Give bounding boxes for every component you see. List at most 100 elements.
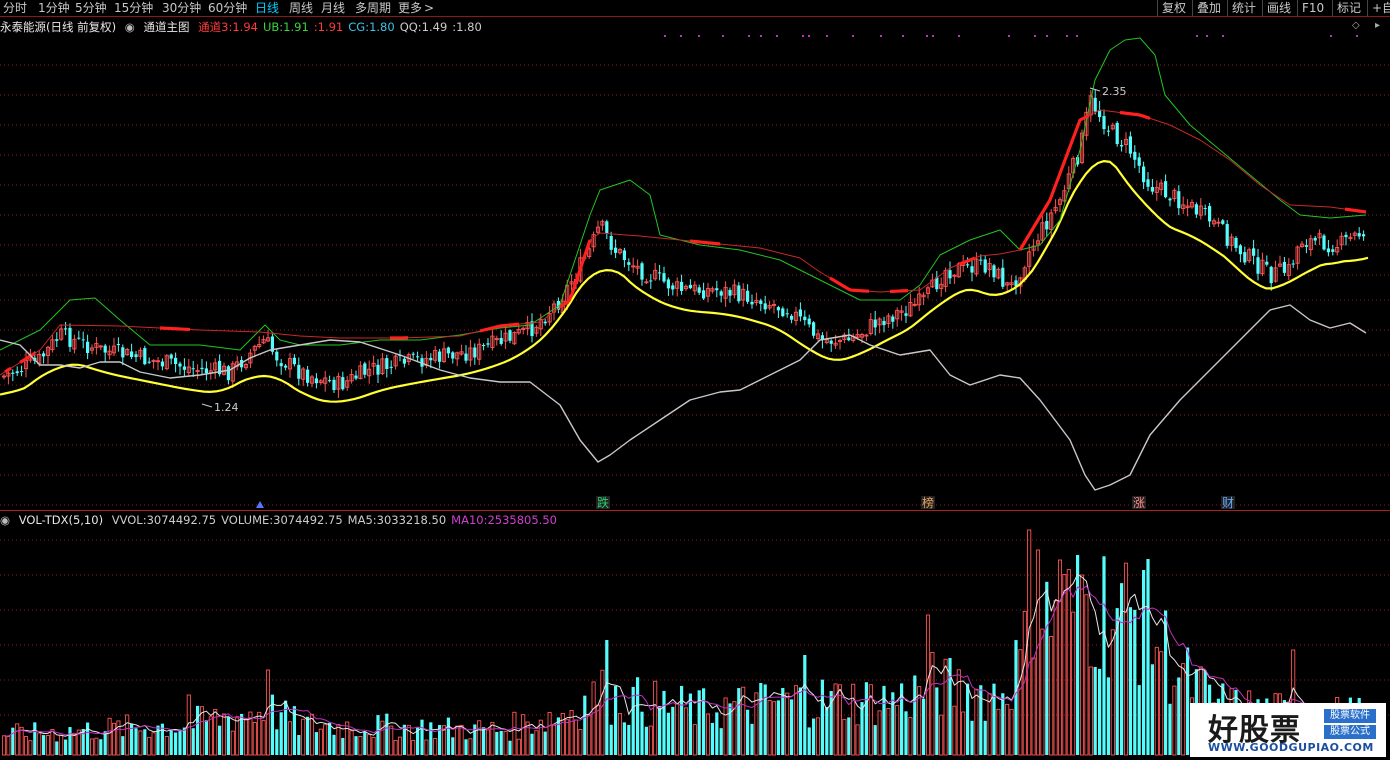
event-marker: 跌 bbox=[597, 495, 609, 510]
volume-bar bbox=[328, 722, 332, 755]
volume-bar bbox=[631, 686, 635, 755]
candle-body bbox=[702, 290, 706, 299]
volume-bar bbox=[1110, 629, 1115, 756]
collapse-icon[interactable]: ◉ bbox=[125, 20, 135, 34]
volume-bar bbox=[759, 683, 763, 755]
candle-body bbox=[1177, 191, 1181, 209]
volume-bar bbox=[653, 680, 658, 756]
signal-dot bbox=[698, 35, 700, 37]
candle-body bbox=[759, 300, 763, 304]
volume-bar bbox=[1066, 569, 1071, 756]
band-highlight bbox=[159, 326, 191, 332]
candle-body bbox=[1150, 187, 1154, 192]
diamond-icon[interactable]: ◇ bbox=[1352, 20, 1360, 31]
volume-bar bbox=[499, 730, 503, 755]
band-highlight bbox=[4, 366, 12, 374]
volume-bar bbox=[1009, 708, 1014, 756]
candle-body bbox=[438, 351, 442, 362]
volume-bar bbox=[913, 675, 917, 755]
candle-body bbox=[904, 313, 908, 316]
indicator-name[interactable]: 通道主图 bbox=[144, 20, 190, 34]
candle-body bbox=[1282, 261, 1286, 273]
volume-bar bbox=[429, 722, 433, 755]
volume-bar bbox=[151, 732, 156, 756]
candle-body bbox=[640, 263, 644, 280]
volume-indicator-name[interactable]: VOL-TDX(5,10) bbox=[19, 513, 103, 527]
volume-bar bbox=[516, 738, 521, 756]
candle-body bbox=[622, 250, 626, 260]
low-price-label: 1.24 bbox=[214, 401, 239, 414]
volume-bar bbox=[1186, 647, 1190, 755]
volume-bar bbox=[111, 722, 117, 756]
volume-bar bbox=[243, 718, 249, 756]
candle-body bbox=[790, 315, 794, 320]
volume-bar bbox=[28, 740, 33, 756]
volume-bar bbox=[983, 720, 987, 755]
volume-bar bbox=[376, 715, 380, 755]
stock-title[interactable]: 永泰能源(日线 前复权) bbox=[0, 20, 116, 34]
volume-bar bbox=[815, 717, 821, 756]
up-arrow-icon bbox=[256, 501, 264, 508]
volume-bar bbox=[922, 698, 926, 755]
candle-body bbox=[1168, 198, 1172, 201]
candle-body bbox=[1265, 261, 1269, 265]
kline-chart[interactable]: 2.35 1.24 跌 榜 涨 财 bbox=[0, 0, 1390, 760]
candle-body bbox=[297, 364, 301, 379]
candle-body bbox=[508, 330, 512, 341]
volume-bar bbox=[847, 717, 851, 755]
candle-body bbox=[688, 284, 692, 289]
volume-bar bbox=[771, 701, 777, 756]
volume-bar bbox=[42, 735, 46, 755]
volume-bar bbox=[455, 725, 460, 756]
volume-bar bbox=[1053, 600, 1058, 756]
volume-bar bbox=[1142, 570, 1146, 755]
candle-body bbox=[11, 372, 15, 374]
volume-bar bbox=[680, 685, 684, 755]
vol-readout-2: MA5:3033218.50 bbox=[347, 513, 447, 527]
candle-body bbox=[279, 363, 283, 367]
volume-bar bbox=[961, 711, 966, 756]
volume-bar bbox=[503, 731, 508, 756]
candle-body bbox=[354, 375, 358, 379]
volume-bar bbox=[864, 682, 868, 755]
volume-bar bbox=[397, 736, 403, 756]
volume-bar bbox=[692, 724, 697, 756]
volume-bar bbox=[785, 692, 790, 756]
volume-bar bbox=[556, 717, 560, 755]
candle-body bbox=[486, 343, 490, 345]
arrow-right-icon[interactable]: ▸ bbox=[1375, 20, 1380, 31]
volume-bar bbox=[1076, 554, 1080, 755]
volume-bar bbox=[297, 735, 301, 755]
candle-body bbox=[68, 327, 72, 347]
candle-body bbox=[178, 363, 182, 367]
volume-bar bbox=[420, 719, 424, 755]
volume-bar bbox=[213, 708, 218, 756]
candle-body bbox=[1208, 206, 1212, 222]
volume-bar bbox=[287, 721, 293, 756]
candle-body bbox=[966, 264, 970, 266]
volume-bar bbox=[221, 713, 227, 756]
volume-bar bbox=[1027, 529, 1032, 756]
candle-body bbox=[20, 371, 24, 373]
candle-body bbox=[948, 270, 952, 279]
volume-bar bbox=[358, 736, 363, 756]
volume-bar bbox=[1005, 703, 1010, 756]
volume-bar bbox=[534, 730, 539, 756]
volume-bar bbox=[1159, 651, 1164, 756]
volume-bar bbox=[943, 658, 948, 756]
volume-bar bbox=[354, 736, 358, 755]
candle-body bbox=[1203, 208, 1207, 210]
volume-bar bbox=[715, 712, 719, 755]
volume-bar bbox=[279, 712, 283, 755]
volume-bar bbox=[235, 717, 240, 756]
signal-dot bbox=[760, 35, 762, 37]
candle-body bbox=[200, 367, 204, 370]
candle-body bbox=[389, 366, 393, 368]
candle-body bbox=[446, 347, 450, 354]
collapse-icon[interactable]: ◉ bbox=[0, 513, 10, 527]
candle-body bbox=[658, 272, 662, 274]
volume-bar bbox=[261, 720, 266, 756]
candle-body bbox=[1269, 266, 1273, 284]
volume-bar bbox=[226, 717, 230, 755]
volume-bar bbox=[103, 731, 107, 755]
